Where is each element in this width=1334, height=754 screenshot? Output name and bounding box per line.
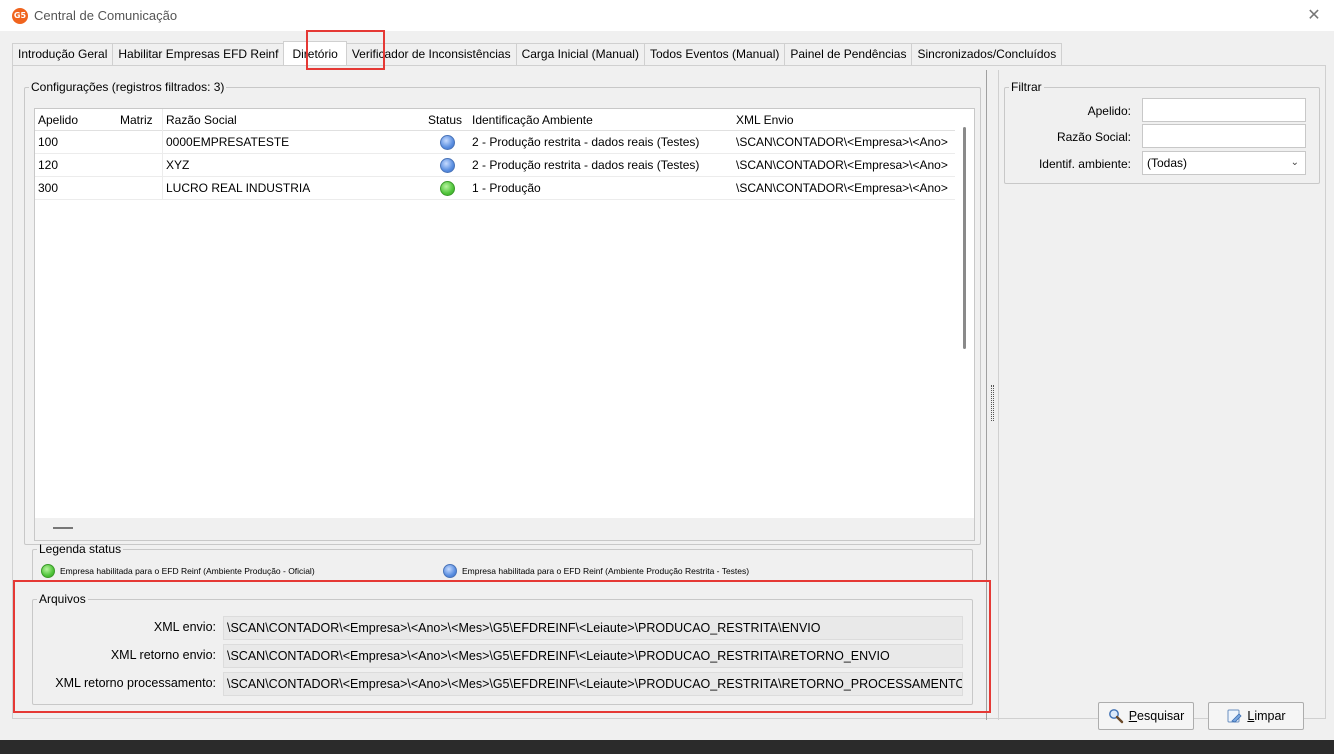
config-grid: Apelido Matriz Razão Social Status Ident… [34, 108, 975, 541]
cell-xml-envio: \SCAN\CONTADOR\<Empresa>\<Ano> [736, 135, 948, 149]
razao-social-input[interactable] [1142, 124, 1306, 148]
window-title: Central de Comunicação [34, 8, 178, 23]
close-icon[interactable]: ✕ [1304, 4, 1324, 26]
pesquisar-button[interactable]: Pesquisar [1098, 702, 1194, 730]
cell-matriz [117, 177, 163, 200]
xml-retorno-processamento-field[interactable]: \SCAN\CONTADOR\<Empresa>\<Ano>\<Mes>\G5\… [223, 672, 963, 696]
tab-painel-pendencias[interactable]: Painel de Pendências [784, 43, 913, 65]
col-header-matriz[interactable]: Matriz [117, 109, 163, 131]
limpar-label: Limpar [1247, 709, 1285, 723]
tab-strip: Introdução Geral Habilitar Empresas EFD … [12, 41, 1063, 65]
cell-xml-envio: \SCAN\CONTADOR\<Empresa>\<Ano> [736, 158, 948, 172]
arquivos-fields: XML envio: \SCAN\CONTADOR\<Empresa>\<Ano… [0, 616, 970, 706]
limpar-label-rest: impar [1254, 709, 1286, 723]
taskbar-strip [0, 740, 1334, 754]
table-row[interactable]: 100 0000EMPRESATESTE 2 - Produção restri… [35, 131, 955, 154]
status-green-icon [440, 181, 455, 196]
splitter-handle[interactable] [991, 385, 994, 421]
razao-social-label: Razão Social: [1056, 130, 1131, 144]
xml-envio-field[interactable]: \SCAN\CONTADOR\<Empresa>\<Ano>\<Mes>\G5\… [223, 616, 963, 640]
splitter-line-right [998, 70, 999, 720]
search-icon [1108, 708, 1124, 724]
grid-vertical-scroll-thumb[interactable] [963, 127, 966, 349]
title-bar: G5 Central de Comunicação ✕ [0, 0, 1334, 32]
xml-retorno-envio-field[interactable]: \SCAN\CONTADOR\<Empresa>\<Ano>\<Mes>\G5\… [223, 644, 963, 668]
legend-item-green: Empresa habilitada para o EFD Reinf (Amb… [41, 564, 315, 578]
legend-group-title: Legenda status [39, 542, 122, 556]
status-green-icon [41, 564, 55, 578]
cell-identificacao: 2 - Produção restrita - dados reais (Tes… [472, 158, 700, 172]
cell-identificacao: 2 - Produção restrita - dados reais (Tes… [472, 135, 700, 149]
identif-ambiente-value: (Todas) [1147, 156, 1188, 170]
cell-matriz [117, 131, 163, 154]
cell-xml-envio: \SCAN\CONTADOR\<Empresa>\<Ano> [736, 181, 948, 195]
apelido-label: Apelido: [1087, 104, 1131, 118]
identif-ambiente-label: Identif. ambiente: [1038, 157, 1131, 171]
table-row[interactable]: 120 XYZ 2 - Produção restrita - dados re… [35, 154, 955, 177]
cell-razao-social: XYZ [166, 158, 190, 172]
grid-header: Apelido Matriz Razão Social Status Ident… [35, 109, 955, 131]
status-blue-icon [443, 564, 457, 578]
cell-identificacao: 1 - Produção [472, 181, 541, 195]
legend-item-blue: Empresa habilitada para o EFD Reinf (Amb… [443, 564, 749, 578]
tab-verificador-inconsistencias[interactable]: Verificador de Inconsistências [345, 43, 517, 65]
filter-group-title: Filtrar [1011, 80, 1042, 94]
app-logo-icon: G5 [12, 8, 28, 24]
status-blue-icon [440, 158, 455, 173]
pesquisar-mnemonic: P [1128, 709, 1138, 723]
legend-blue-text: Empresa habilitada para o EFD Reinf (Amb… [462, 566, 750, 576]
pesquisar-label-rest: esquisar [1137, 709, 1185, 723]
col-header-status[interactable]: Status [425, 109, 469, 131]
splitter-line [986, 70, 987, 720]
col-header-xml-envio[interactable]: XML Envio [733, 109, 955, 131]
tab-todos-eventos[interactable]: Todos Eventos (Manual) [643, 43, 786, 65]
arquivos-group-title: Arquivos [39, 592, 86, 606]
xml-envio-label: XML envio: [153, 620, 216, 634]
apelido-input[interactable] [1142, 98, 1306, 122]
col-header-apelido[interactable]: Apelido [35, 109, 117, 131]
cell-razao-social: 0000EMPRESATESTE [166, 135, 290, 149]
grid-horizontal-scroll-thumb[interactable] [53, 527, 73, 529]
tab-introducao-geral[interactable]: Introdução Geral [12, 43, 114, 65]
identif-ambiente-select[interactable]: (Todas) ⌄ [1142, 151, 1306, 175]
cell-apelido: 120 [38, 158, 59, 172]
cell-apelido: 300 [38, 181, 59, 195]
tab-habilitar-empresas[interactable]: Habilitar Empresas EFD Reinf [112, 43, 285, 65]
xml-retorno-processamento-label: XML retorno processamento: [55, 676, 216, 690]
col-header-razao-social[interactable]: Razão Social [163, 109, 425, 131]
tab-sincronizados[interactable]: Sincronizados/Concluídos [911, 43, 1063, 65]
table-row[interactable]: 300 LUCRO REAL INDUSTRIA 1 - Produção \S… [35, 177, 955, 200]
limpar-button[interactable]: Limpar [1208, 702, 1304, 730]
config-group-title: Configurações (registros filtrados: 3) [31, 80, 225, 94]
status-blue-icon [440, 135, 455, 150]
cell-razao-social: LUCRO REAL INDUSTRIA [166, 181, 311, 195]
grid-vertical-scrollbar[interactable] [955, 109, 974, 518]
legend-green-text: Empresa habilitada para o EFD Reinf (Amb… [60, 566, 315, 576]
col-header-identificacao[interactable]: Identificação Ambiente [469, 109, 733, 131]
pesquisar-label: Pesquisar [1129, 709, 1185, 723]
eraser-icon [1226, 708, 1242, 724]
cell-apelido: 100 [38, 135, 59, 149]
tab-carga-inicial[interactable]: Carga Inicial (Manual) [515, 43, 645, 65]
grid-horizontal-scrollbar[interactable] [35, 518, 974, 540]
tab-diretorio[interactable]: Diretório [283, 41, 347, 65]
cell-matriz [117, 154, 163, 177]
chevron-down-icon: ⌄ [1290, 157, 1299, 168]
xml-retorno-envio-label: XML retorno envio: [110, 648, 216, 662]
